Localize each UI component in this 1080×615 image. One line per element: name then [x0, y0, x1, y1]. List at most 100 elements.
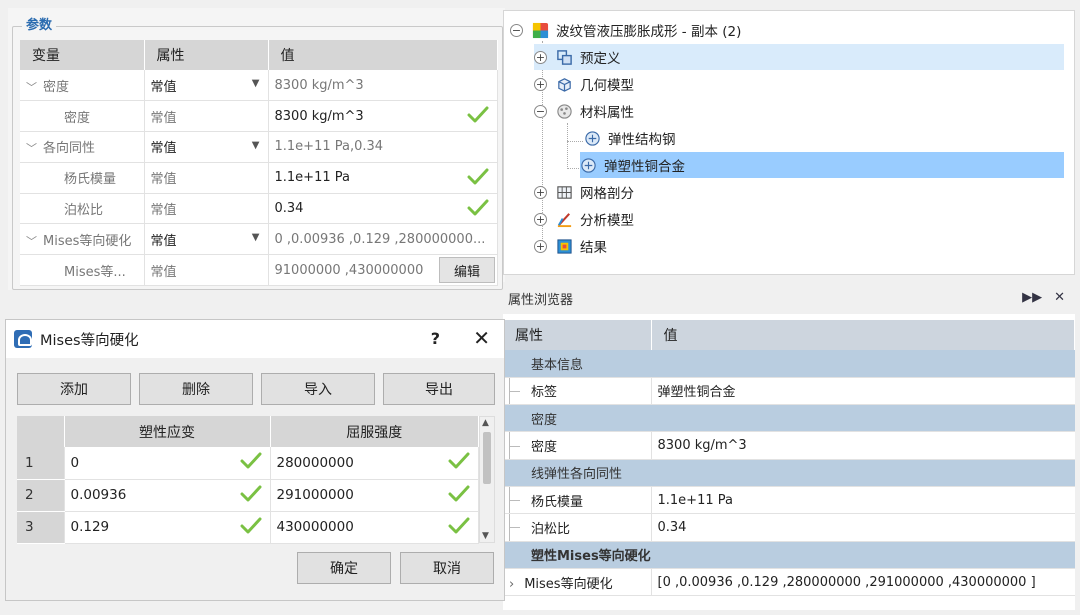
param-prop-select[interactable]: 常值 ▼ — [144, 70, 269, 102]
strain-input[interactable]: 0.00936 — [64, 479, 271, 512]
help-icon[interactable]: ? — [431, 329, 440, 348]
section-plastic-mises[interactable]: 塑性Mises等向硬化 — [503, 541, 1075, 569]
material-item-icon — [585, 130, 600, 146]
tree-item-geometry[interactable]: + 几何模型 — [534, 71, 1064, 97]
chevron-down-icon[interactable]: ﹀ — [26, 140, 37, 156]
scroll-down-icon[interactable]: ▼ — [482, 531, 489, 541]
param-row-isotropic[interactable]: ﹀ 各向同性 常值 ▼ 1.1e+11 Pa,0.34 — [20, 131, 498, 163]
param-name-cell: ﹀ 各向同性 — [20, 131, 145, 163]
prop-row-density[interactable]: 密度 8300 kg/m^3 — [503, 431, 1075, 460]
expand-icon[interactable]: + — [534, 77, 547, 91]
prop-value-input[interactable]: 弹塑性铜合金 — [651, 377, 1075, 406]
section-linear-elastic[interactable]: 线弹性各向同性 — [503, 459, 1075, 487]
params-panel: 参数 变量 属性 值 ﹀ 密度 常值 ▼ 8300 kg/m^3 密度 常值 830… — [8, 8, 505, 290]
table-row[interactable]: 1 0 280000000 — [17, 447, 479, 480]
prop-row-youngs[interactable]: 杨氏模量 1.1e+11 Pa — [503, 486, 1075, 515]
param-row-density-value[interactable]: 密度 常值 8300 kg/m^3 — [20, 100, 498, 133]
param-row-density[interactable]: ﹀ 密度 常值 ▼ 8300 kg/m^3 — [20, 70, 498, 102]
chevron-down-icon[interactable]: ﹀ — [26, 79, 37, 95]
chevron-down-icon[interactable]: ▼ — [252, 140, 260, 151]
add-button[interactable]: 添加 — [17, 373, 131, 405]
tree-guide-line — [567, 141, 583, 142]
param-value-cell: 8300 kg/m^3 — [268, 70, 498, 102]
col-value[interactable]: 值 — [268, 40, 498, 70]
col-attribute[interactable]: 属性 — [503, 320, 652, 350]
mesh-icon — [557, 185, 572, 199]
close-icon[interactable]: ✕ — [1054, 290, 1065, 305]
result-icon — [557, 238, 572, 254]
strain-input[interactable]: 0.129 — [64, 511, 271, 544]
tree-item-analysis[interactable]: + 分析模型 — [534, 206, 1064, 232]
expand-icon[interactable]: + — [534, 185, 547, 199]
param-row-mises[interactable]: ﹀ Mises等向硬化 常值 ▼ 0 ,0.00936 ,0.129 ,280000… — [20, 223, 498, 256]
param-value-input[interactable]: 1.1e+11 Pa — [268, 162, 498, 194]
project-icon — [532, 22, 549, 38]
prop-row-label[interactable]: 标签 弹塑性铜合金 — [503, 377, 1075, 406]
chevron-right-icon[interactable]: › — [509, 577, 514, 592]
param-row-youngs[interactable]: 杨氏模量 常值 1.1e+11 Pa — [20, 162, 498, 194]
prop-value-input[interactable]: [0 ,0.00936 ,0.129 ,280000000 ,291000000… — [651, 568, 1075, 597]
expand-icon[interactable]: + — [534, 50, 547, 64]
tree-root[interactable]: − 波纹管液压膨胀成形 - 副本 (2) — [510, 17, 1070, 43]
float-panel-icon[interactable]: ▶▶ — [1022, 290, 1042, 305]
param-value-input[interactable]: 8300 kg/m^3 — [268, 100, 498, 133]
close-icon[interactable]: ✕ — [473, 326, 490, 350]
param-prop-cell: 常值 — [144, 254, 269, 287]
material-icon — [557, 103, 572, 119]
col-variable[interactable]: 变量 — [20, 40, 145, 70]
chevron-down-icon[interactable]: ﹀ — [26, 233, 37, 249]
prop-row-mises[interactable]: › Mises等向硬化 [0 ,0.00936 ,0.129 ,280000000… — [503, 568, 1075, 597]
prop-value-input[interactable]: 0.34 — [651, 513, 1075, 542]
row-number: 2 — [17, 479, 65, 512]
param-value-input[interactable]: 0.34 — [268, 193, 498, 225]
param-prop-select[interactable]: 常值 ▼ — [144, 131, 269, 163]
export-button[interactable]: 导出 — [383, 373, 495, 405]
check-icon — [467, 199, 489, 216]
col-property[interactable]: 属性 — [144, 40, 269, 70]
collapse-icon[interactable]: − — [510, 23, 523, 37]
col-yield-strength[interactable]: 屈服强度 — [270, 416, 479, 447]
expand-icon[interactable]: + — [534, 212, 547, 226]
section-density[interactable]: 密度 — [503, 404, 1075, 433]
cancel-button[interactable]: 取消 — [400, 552, 494, 584]
param-row-mises-value[interactable]: Mises等... 常值 91000000 ,430000000 编辑 — [20, 254, 498, 287]
edit-button[interactable]: 编辑 — [439, 257, 495, 284]
tree-item-result[interactable]: + 结果 — [534, 233, 1064, 259]
param-name-cell: ﹀ 密度 — [20, 70, 145, 102]
check-icon — [467, 168, 489, 185]
col-plastic-strain[interactable]: 塑性应变 — [64, 416, 271, 447]
stress-input[interactable]: 291000000 — [270, 479, 479, 512]
section-basic-info[interactable]: 基本信息 — [503, 350, 1075, 378]
stress-input[interactable]: 280000000 — [270, 447, 479, 480]
ok-button[interactable]: 确定 — [297, 552, 391, 584]
import-button[interactable]: 导入 — [261, 373, 375, 405]
tree-item-material[interactable]: − 材料属性 — [534, 98, 1064, 124]
param-row-poisson[interactable]: 泊松比 常值 0.34 — [20, 193, 498, 225]
prop-value-input[interactable]: 1.1e+11 Pa — [651, 486, 1075, 515]
param-prop-cell: 常值 — [144, 162, 269, 194]
collapse-icon[interactable]: − — [534, 104, 547, 118]
check-icon — [240, 485, 261, 501]
material-item-icon — [581, 157, 596, 173]
scroll-thumb[interactable] — [483, 432, 491, 484]
table-row[interactable]: 3 0.129 430000000 — [17, 511, 479, 544]
param-prop-select[interactable]: 常值 ▼ — [144, 223, 269, 256]
chevron-down-icon[interactable]: ▼ — [252, 232, 260, 243]
stress-input[interactable]: 430000000 — [270, 511, 479, 544]
prop-value-input[interactable]: 8300 kg/m^3 — [651, 431, 1075, 460]
chevron-down-icon[interactable]: ▼ — [252, 78, 260, 89]
scroll-up-icon[interactable]: ▲ — [482, 418, 489, 428]
param-value-cell: 1.1e+11 Pa,0.34 — [268, 131, 498, 163]
tree-item-mesh[interactable]: + 网格剖分 — [534, 179, 1064, 205]
prop-row-poisson[interactable]: 泊松比 0.34 — [503, 513, 1075, 542]
tree-item-predefined[interactable]: + 预定义 — [534, 44, 1064, 70]
delete-button[interactable]: 删除 — [139, 373, 253, 405]
expand-icon[interactable]: + — [534, 239, 547, 253]
tree-guide-line — [567, 123, 568, 169]
table-row[interactable]: 2 0.00936 291000000 — [17, 479, 479, 512]
tree-item-copper-alloy[interactable]: 弹塑性铜合金 — [580, 152, 1064, 178]
strain-input[interactable]: 0 — [64, 447, 271, 480]
table-scrollbar[interactable]: ▲ ▼ — [479, 416, 495, 543]
tree-item-steel[interactable]: 弹性结构钢 — [584, 125, 1064, 151]
col-value[interactable]: 值 — [651, 320, 1075, 350]
